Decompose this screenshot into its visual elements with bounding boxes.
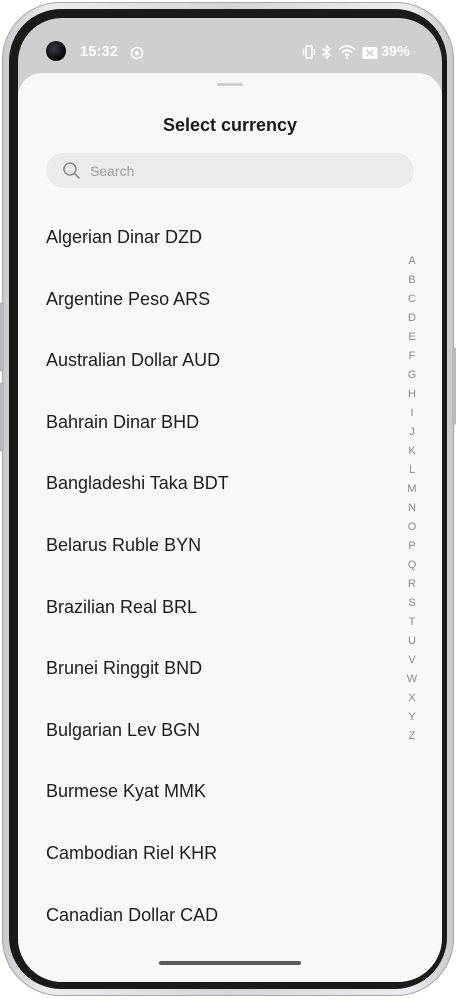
- index-letter-h[interactable]: H: [400, 385, 424, 404]
- power-button: [452, 347, 456, 425]
- currency-item[interactable]: Bulgarian Lev BGN: [18, 700, 398, 762]
- index-letter-u[interactable]: U: [400, 632, 424, 651]
- currency-item[interactable]: Burmese Kyat MMK: [18, 761, 398, 823]
- currency-item[interactable]: Cambodian Riel KHR: [18, 823, 398, 885]
- currency-item[interactable]: Bangladeshi Taka BDT: [18, 453, 398, 515]
- wifi-icon: [338, 45, 356, 60]
- index-letter-w[interactable]: W: [400, 670, 424, 689]
- status-bar: 15:32 39%: [18, 18, 442, 70]
- search-input[interactable]: [90, 153, 390, 188]
- index-letter-d[interactable]: D: [400, 309, 424, 328]
- currency-list: Algerian Dinar DZD Argentine Peso ARS Au…: [18, 207, 398, 946]
- currency-item[interactable]: Brazilian Real BRL: [18, 577, 398, 639]
- currency-item[interactable]: Algerian Dinar DZD: [18, 207, 398, 269]
- index-letter-z[interactable]: Z: [400, 727, 424, 746]
- camera-cutout: [46, 41, 66, 61]
- status-time: 15:32: [80, 44, 119, 60]
- index-letter-a[interactable]: A: [400, 252, 424, 271]
- index-letter-e[interactable]: E: [400, 328, 424, 347]
- vibrate-icon: [302, 45, 316, 59]
- screen: 15:32 39% Select currency Search Algeria…: [18, 18, 442, 982]
- bluetooth-icon: [322, 44, 331, 60]
- battery-saver-icon: [362, 47, 378, 59]
- currency-item[interactable]: Canadian Dollar CAD: [18, 885, 398, 947]
- currency-sheet: Select currency Algerian Dinar DZD Argen…: [18, 73, 442, 982]
- currency-item[interactable]: Argentine Peso ARS: [18, 269, 398, 331]
- phone-frame: 15:32 39% Select currency Search Algeria…: [0, 2, 456, 996]
- currency-item[interactable]: Australian Dollar AUD: [18, 330, 398, 392]
- index-letter-s[interactable]: S: [400, 594, 424, 613]
- index-letter-m[interactable]: M: [400, 480, 424, 499]
- search-icon: [63, 162, 80, 179]
- alphabet-index-bar[interactable]: A B C D E F G H I J K L M N O P Q R S T: [400, 252, 424, 746]
- index-letter-p[interactable]: P: [400, 537, 424, 556]
- index-letter-l[interactable]: L: [400, 461, 424, 480]
- index-letter-o[interactable]: O: [400, 518, 424, 537]
- sheet-title: Select currency: [162, 115, 298, 135]
- index-letter-b[interactable]: B: [400, 271, 424, 290]
- index-letter-v[interactable]: V: [400, 651, 424, 670]
- currency-item[interactable]: Brunei Ringgit BND: [18, 638, 398, 700]
- index-letter-x[interactable]: X: [400, 689, 424, 708]
- sheet-grabber[interactable]: [217, 83, 243, 86]
- index-letter-k[interactable]: K: [400, 442, 424, 461]
- cast-icon: [130, 46, 144, 60]
- home-indicator[interactable]: [159, 961, 301, 965]
- index-letter-n[interactable]: N: [400, 499, 424, 518]
- index-letter-r[interactable]: R: [400, 575, 424, 594]
- search-bar[interactable]: [46, 153, 414, 188]
- battery-percentage: 39%: [380, 44, 410, 60]
- index-letter-y[interactable]: Y: [400, 708, 424, 727]
- index-letter-j[interactable]: J: [400, 423, 424, 442]
- index-letter-t[interactable]: T: [400, 613, 424, 632]
- index-letter-i[interactable]: I: [400, 404, 424, 423]
- index-letter-f[interactable]: F: [400, 347, 424, 366]
- index-letter-g[interactable]: G: [400, 366, 424, 385]
- currency-item[interactable]: Belarus Ruble BYN: [18, 515, 398, 577]
- index-letter-c[interactable]: C: [400, 290, 424, 309]
- currency-item[interactable]: Bahrain Dinar BHD: [18, 392, 398, 454]
- index-letter-q[interactable]: Q: [400, 556, 424, 575]
- side-button-left-upper: [0, 302, 4, 372]
- side-button-left-lower: [0, 382, 4, 452]
